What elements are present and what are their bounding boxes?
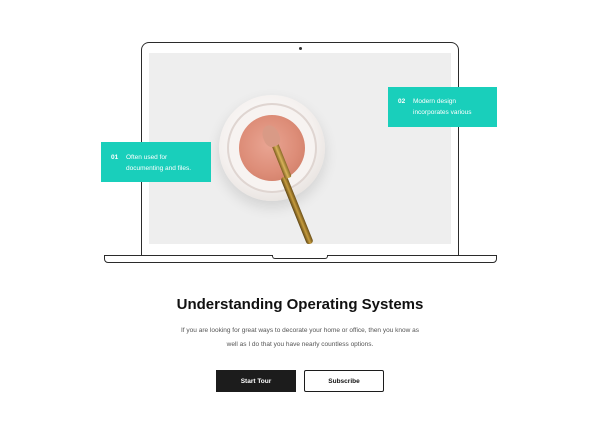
page-description: If you are looking for great ways to dec…: [181, 327, 419, 348]
callout-text: Modern design incorporates various: [413, 98, 472, 116]
callout-text: Often used for documenting and files.: [126, 154, 192, 172]
subscribe-button[interactable]: Subscribe: [304, 370, 384, 392]
callout-number: 02: [398, 98, 406, 105]
page-title: Understanding Operating Systems: [176, 296, 424, 313]
callout-number: 01: [111, 154, 119, 161]
feature-callout-1: 01 Often used for documenting and files.: [101, 142, 211, 182]
feature-callout-2: 02 Modern design incorporates various: [388, 87, 497, 127]
laptop-notch: [272, 255, 328, 259]
start-tour-button[interactable]: Start Tour: [216, 370, 296, 392]
laptop-camera-icon: [299, 47, 302, 50]
